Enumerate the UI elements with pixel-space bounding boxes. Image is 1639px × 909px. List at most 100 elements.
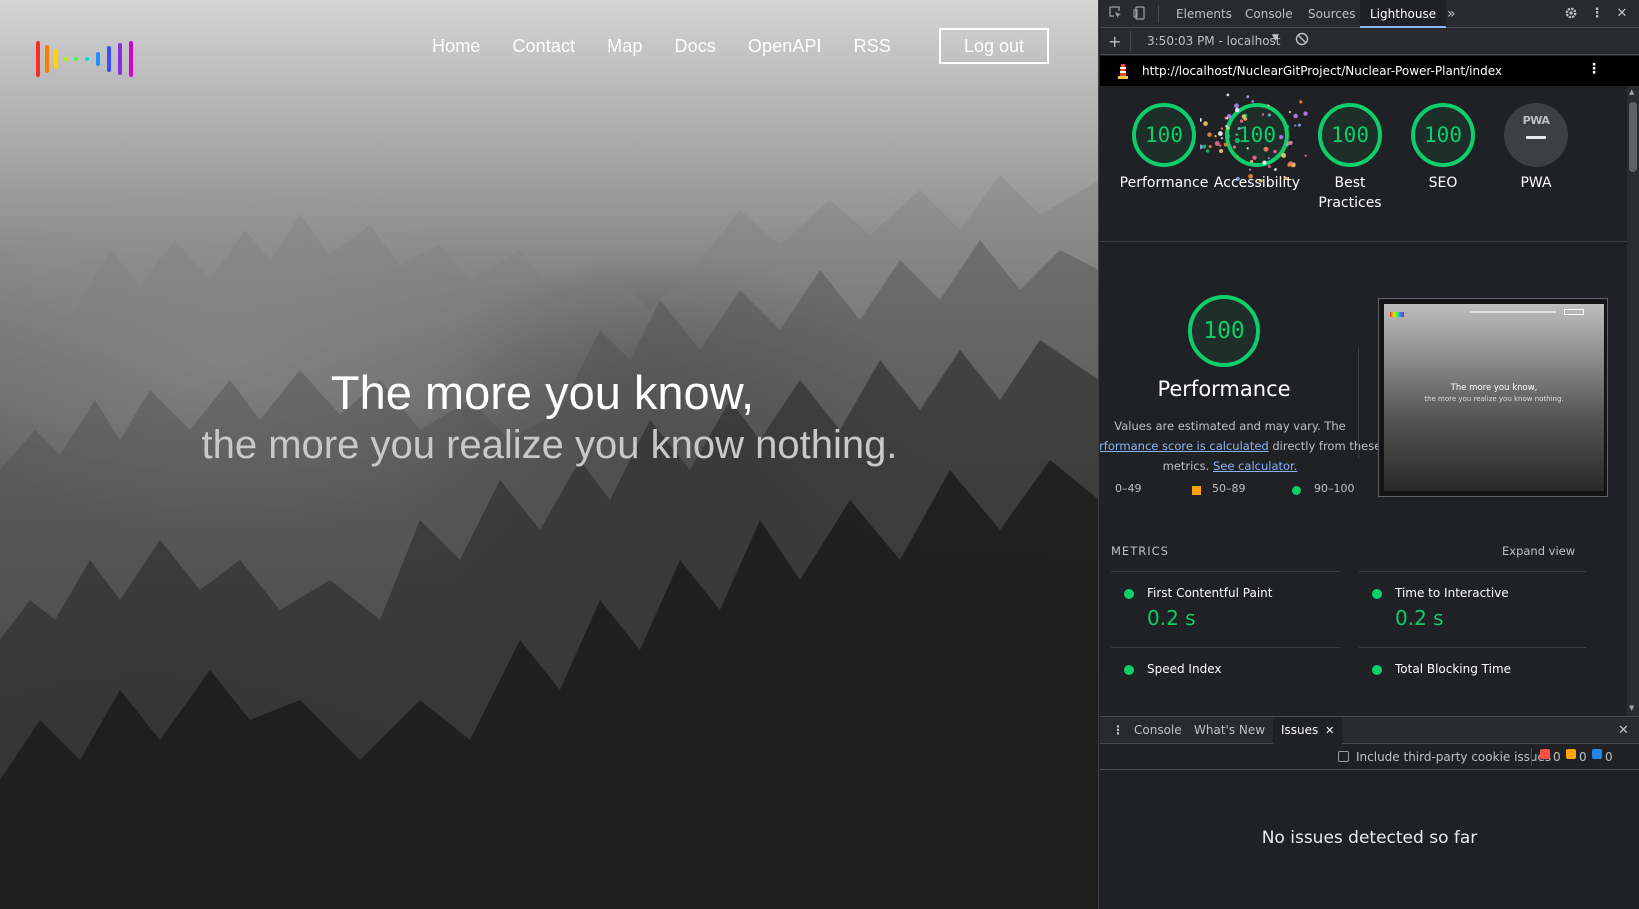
metrics-divider-left xyxy=(1111,571,1340,572)
confetti-dot xyxy=(1234,138,1240,144)
best-practices-gauge[interactable]: 100 xyxy=(1318,103,1382,167)
confetti-dot xyxy=(1265,147,1268,150)
scrollbar-thumb[interactable] xyxy=(1629,102,1637,172)
report-selector[interactable]: 3:50:03 PM - localhost xyxy=(1147,34,1281,48)
drawer-tab-issues[interactable]: Issues ✕ xyxy=(1273,717,1343,744)
report-url[interactable]: http://localhost/NuclearGitProject/Nucle… xyxy=(1142,64,1502,78)
devtools-panel: Elements Console Sources Lighthouse » ⋮ … xyxy=(1100,0,1639,909)
confetti-dot xyxy=(1203,121,1208,126)
confetti-dot xyxy=(1304,154,1307,157)
close-devtools-icon[interactable]: ✕ xyxy=(1614,6,1630,22)
tab-elements[interactable]: Elements xyxy=(1166,0,1242,28)
drawer-tab-whats-new[interactable]: What's New xyxy=(1186,717,1273,744)
expand-view-toggle[interactable]: Expand view xyxy=(1502,544,1575,558)
logo-bar xyxy=(129,41,133,77)
confetti-dot xyxy=(1234,107,1240,113)
see-calculator-link[interactable]: See calculator. xyxy=(1213,459,1297,473)
nav-rss-link[interactable]: RSS xyxy=(854,36,891,57)
header-divider xyxy=(1100,241,1627,242)
thumbnail-logout xyxy=(1564,309,1584,315)
thumbnail-headline: The more you know, xyxy=(1450,383,1538,393)
confetti-dot xyxy=(1202,144,1207,149)
metrics-divider-left-2 xyxy=(1111,647,1340,648)
confetti-dot xyxy=(1248,173,1253,179)
metric-label: Total Blocking Time xyxy=(1395,662,1512,676)
report-menu-icon[interactable]: ⋮ xyxy=(1587,61,1601,77)
third-party-cookie-checkbox[interactable] xyxy=(1338,751,1349,762)
site-logo[interactable] xyxy=(34,40,138,78)
report-scrollbar[interactable]: ▲ ▼ xyxy=(1627,86,1639,716)
scroll-down-icon[interactable]: ▼ xyxy=(1629,704,1634,712)
issues-toolbar: Include third-party cookie issues 0 0 0 xyxy=(1100,744,1639,770)
chevron-down-icon[interactable]: ▼ xyxy=(1272,33,1279,43)
metric-value: 0.2 s xyxy=(1395,606,1444,630)
confetti-dot xyxy=(1246,95,1250,99)
drawer-tab-issues-label: Issues xyxy=(1281,723,1319,737)
confetti-dot xyxy=(1286,141,1291,145)
pwa-label: PWA xyxy=(1520,175,1552,191)
logo-bar xyxy=(96,52,100,66)
close-drawer-icon[interactable]: ✕ xyxy=(1610,717,1637,744)
confetti-dot xyxy=(1248,168,1252,171)
confetti-dot xyxy=(1219,144,1222,147)
logout-button[interactable]: Log out xyxy=(938,28,1049,64)
hero-subheadline: the more you realize you know nothing. xyxy=(201,423,898,467)
thumbnail-nav xyxy=(1470,311,1556,313)
nav-docs-link[interactable]: Docs xyxy=(674,36,715,57)
tab-lighthouse[interactable]: Lighthouse xyxy=(1360,0,1447,28)
nav-contact-link[interactable]: Contact xyxy=(512,36,575,57)
confetti-dot xyxy=(1259,178,1263,183)
scroll-up-icon[interactable]: ▲ xyxy=(1629,88,1634,96)
inspect-element-icon[interactable] xyxy=(1108,6,1124,22)
confetti-dot xyxy=(1223,142,1228,147)
close-tab-icon[interactable]: ✕ xyxy=(1325,717,1334,744)
clear-reports-icon[interactable] xyxy=(1295,32,1309,49)
drawer-tab-console[interactable]: Console xyxy=(1126,717,1190,744)
final-screenshot-thumbnail[interactable]: The more you know, the more you realize … xyxy=(1378,298,1608,497)
logo-bar xyxy=(74,57,78,61)
score-calculated-link[interactable]: erformance score is calculated xyxy=(1100,439,1269,453)
seo-gauge[interactable]: 100 xyxy=(1411,103,1475,167)
device-toolbar-icon[interactable] xyxy=(1132,6,1148,22)
section-divider xyxy=(1358,348,1359,458)
confetti-dot xyxy=(1200,144,1203,150)
settings-gear-icon[interactable] xyxy=(1563,6,1579,22)
confetti-dot xyxy=(1261,113,1265,116)
logo-bar xyxy=(107,46,111,72)
tab-console[interactable]: Console xyxy=(1235,0,1303,28)
confetti-dot xyxy=(1220,127,1224,130)
confetti-dot xyxy=(1241,114,1246,119)
performance-large-gauge: 100 xyxy=(1188,295,1260,367)
nav-home-link[interactable]: Home xyxy=(432,36,480,57)
new-report-icon[interactable]: + xyxy=(1108,32,1121,51)
pwa-badge-text: PWA xyxy=(1522,114,1550,127)
third-party-cookie-label[interactable]: Include third-party cookie issues xyxy=(1356,750,1551,764)
seo-score: 100 xyxy=(1424,123,1462,147)
main-nav: Home Contact Map Docs OpenAPI RSS Log ou… xyxy=(432,28,1049,64)
perf-desc-text-1: Values are estimated and may vary. The xyxy=(1114,419,1346,433)
logo-bar xyxy=(36,41,40,77)
performance-title: Performance xyxy=(1157,377,1291,401)
pwa-badge[interactable]: PWA xyxy=(1504,103,1568,167)
confetti-dot xyxy=(1217,131,1223,136)
performance-gauge[interactable]: 100 xyxy=(1132,103,1196,167)
hero-headline: The more you know, xyxy=(330,366,755,419)
nav-openapi-link[interactable]: OpenAPI xyxy=(748,36,822,57)
confetti-dot xyxy=(1246,147,1249,150)
confetti-dot xyxy=(1293,113,1298,119)
confetti-dot xyxy=(1208,144,1212,149)
confetti-dot xyxy=(1267,113,1271,117)
nav-map-link[interactable]: Map xyxy=(607,36,642,57)
more-options-icon[interactable]: ⋮ xyxy=(1589,6,1605,22)
thumbnail-logo xyxy=(1390,312,1404,317)
best-practices-score: 100 xyxy=(1331,123,1369,147)
more-tabs-icon[interactable]: » xyxy=(1437,0,1466,28)
confetti-dot xyxy=(1297,123,1301,127)
confetti-dot xyxy=(1234,103,1239,109)
confetti-dot xyxy=(1252,155,1257,160)
confetti-dot xyxy=(1235,176,1240,181)
lighthouse-report: 100 Performance 100 Accessibility 100 Be… xyxy=(1100,86,1627,716)
perf-desc-text-3: metrics. xyxy=(1162,459,1213,473)
confetti-dot xyxy=(1226,93,1230,97)
tab-sources[interactable]: Sources xyxy=(1298,0,1365,28)
